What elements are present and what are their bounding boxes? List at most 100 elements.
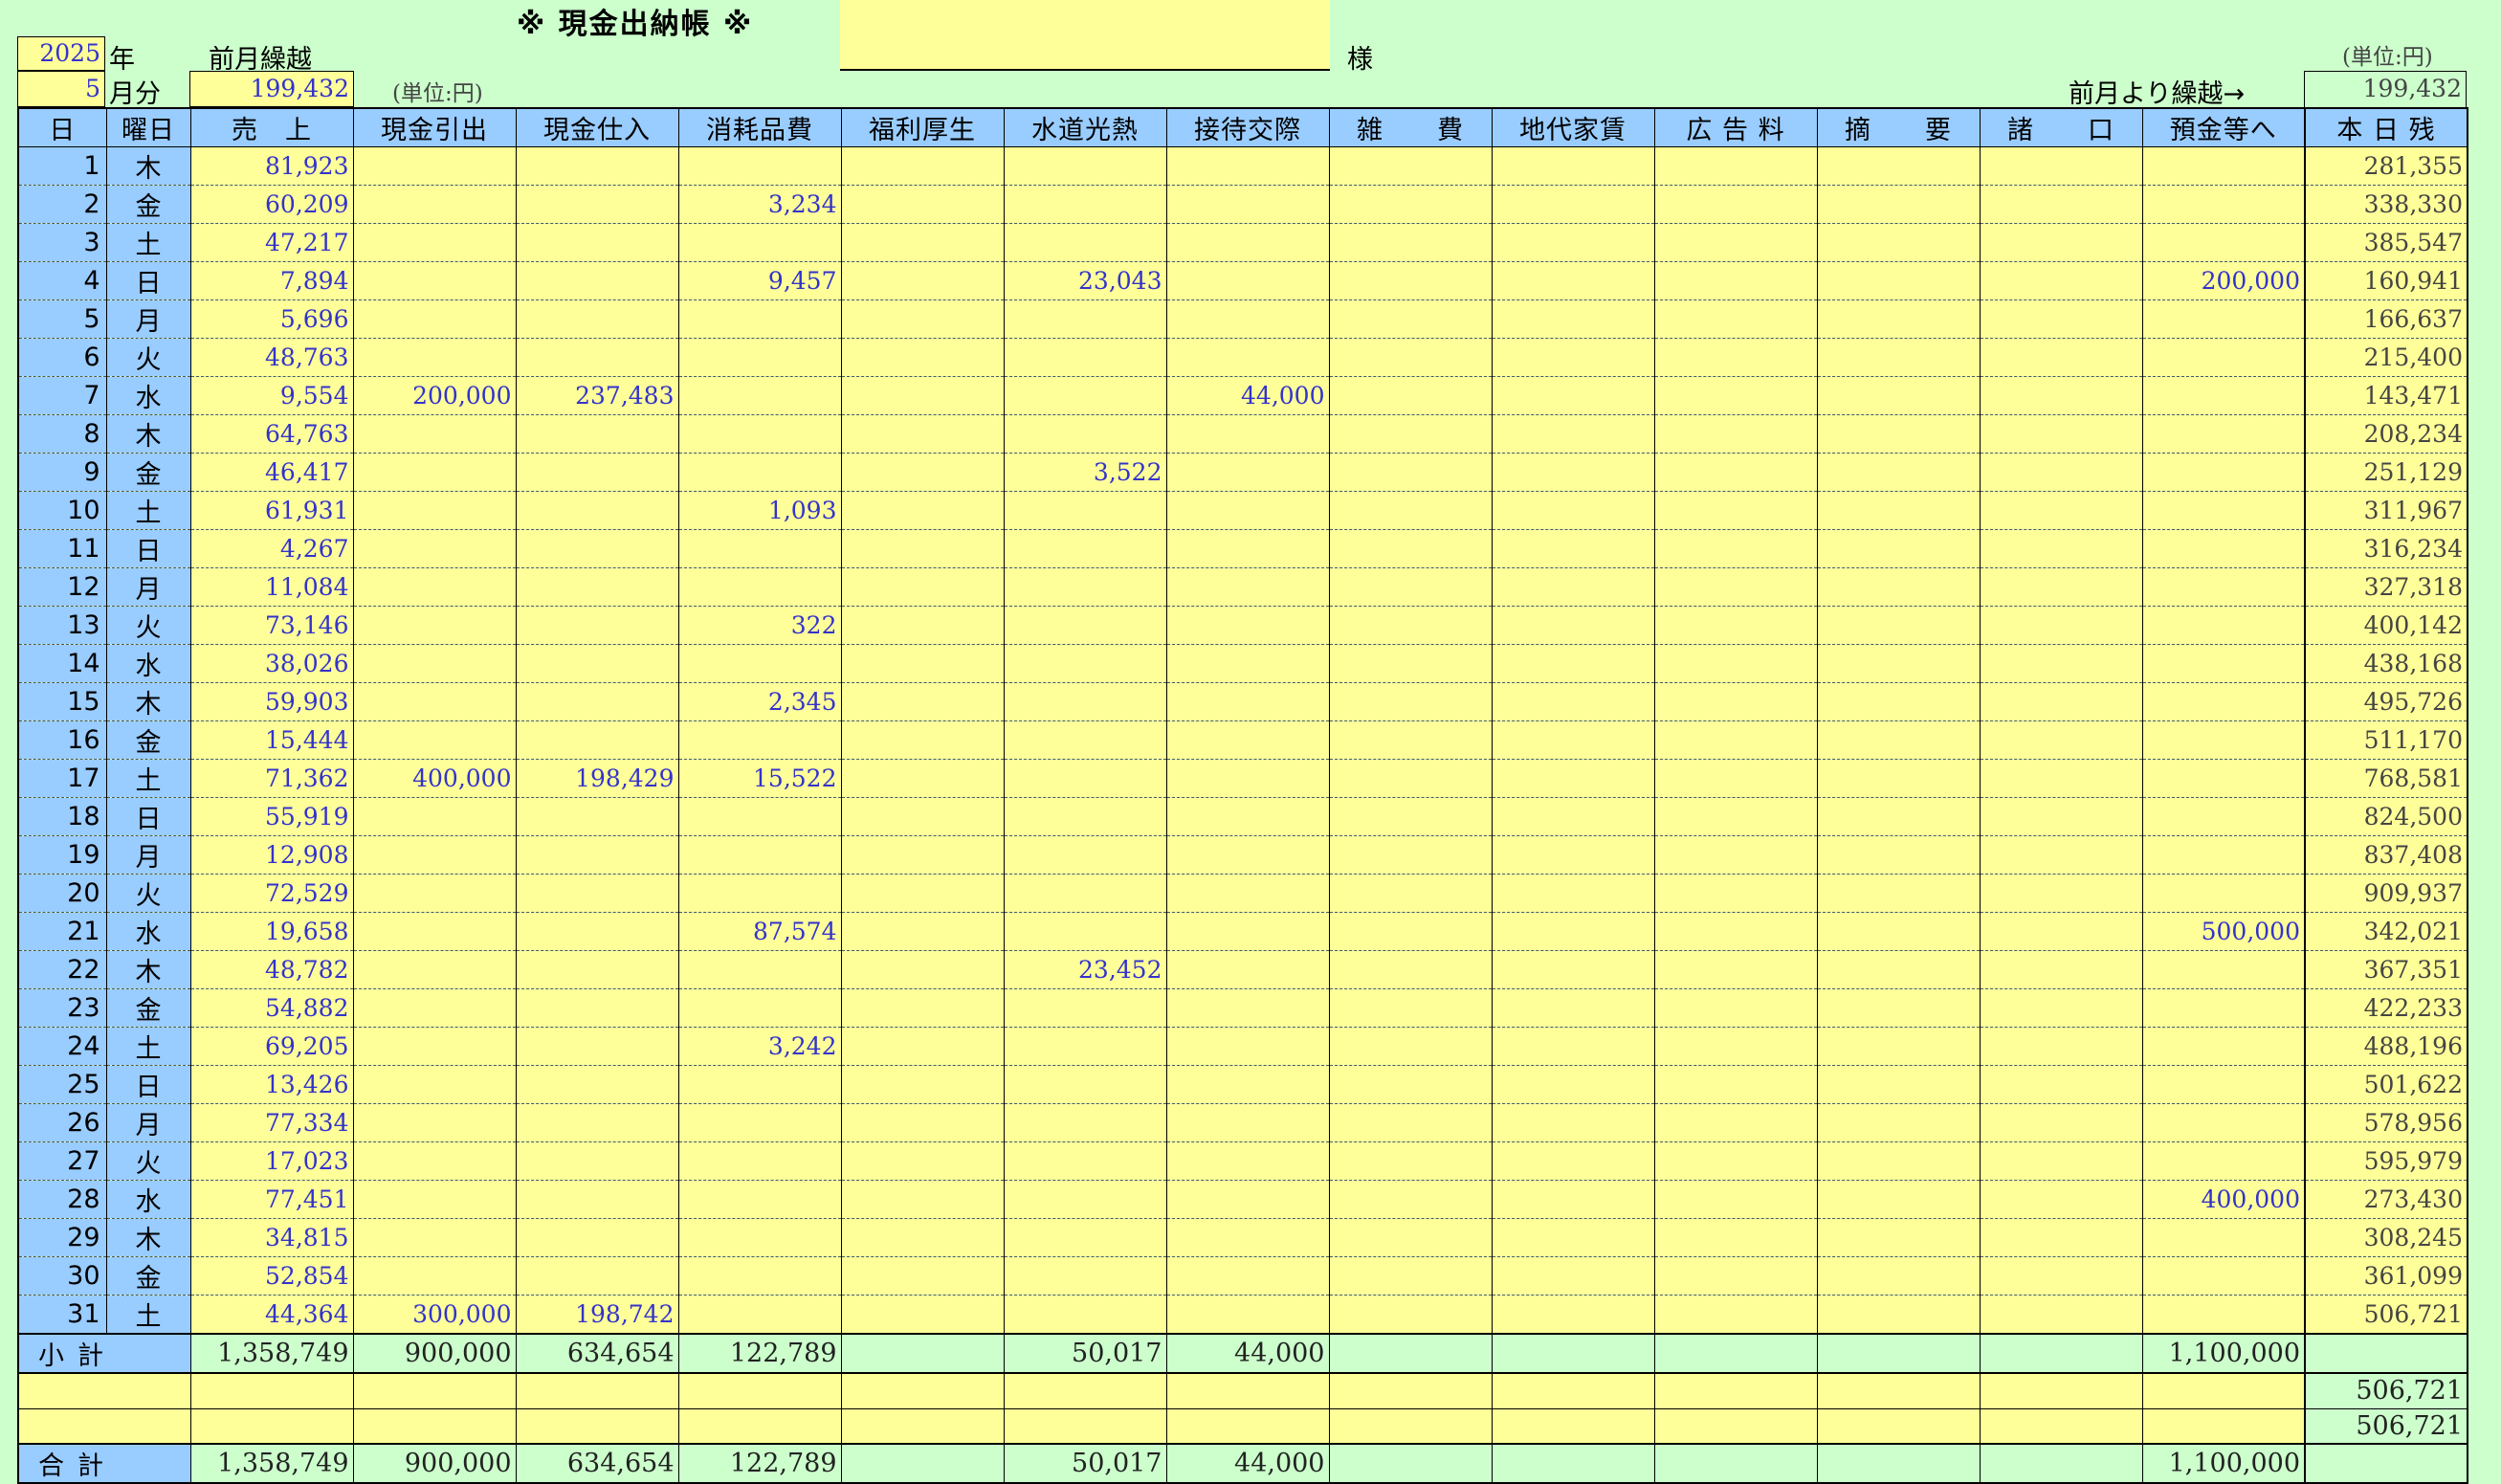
supplies-expense-cell[interactable] xyxy=(678,988,842,1028)
blank-supplies-expense-cell[interactable] xyxy=(678,1408,842,1445)
deposit-cell[interactable] xyxy=(2142,185,2306,224)
rent-expense-cell[interactable] xyxy=(1492,338,1655,377)
cash-purchase-cell[interactable] xyxy=(516,1256,679,1296)
entertainment-expense-cell[interactable] xyxy=(1166,912,1330,951)
entertainment-expense-cell[interactable] xyxy=(1166,338,1330,377)
advertising-expense-cell[interactable] xyxy=(1654,1027,1818,1066)
cash-withdrawal-cell[interactable] xyxy=(353,491,517,530)
blank-sales-cell[interactable] xyxy=(190,1373,354,1409)
utilities-expense-cell[interactable] xyxy=(1004,912,1167,951)
cash-purchase-cell[interactable] xyxy=(516,414,679,454)
deposit-cell[interactable] xyxy=(2142,146,2306,186)
supplies-expense-cell[interactable]: 322 xyxy=(678,606,842,645)
welfare-expense-cell[interactable] xyxy=(841,1065,1005,1104)
sundry-cell[interactable] xyxy=(1980,1027,2143,1066)
deposit-cell[interactable] xyxy=(2142,950,2306,989)
blank-misc-expense-cell[interactable] xyxy=(1329,1408,1493,1445)
deposit-cell[interactable] xyxy=(2142,874,2306,913)
sundry-cell[interactable] xyxy=(1980,567,2143,607)
rent-expense-cell[interactable] xyxy=(1492,567,1655,607)
memo-cell[interactable] xyxy=(1817,1256,1981,1296)
misc-expense-cell[interactable] xyxy=(1329,491,1493,530)
deposit-cell[interactable] xyxy=(2142,720,2306,760)
sundry-cell[interactable] xyxy=(1980,606,2143,645)
rent-expense-cell[interactable] xyxy=(1492,146,1655,186)
cash-purchase-cell[interactable] xyxy=(516,491,679,530)
entertainment-expense-cell[interactable] xyxy=(1166,414,1330,454)
deposit-cell[interactable] xyxy=(2142,1027,2306,1066)
rent-expense-cell[interactable] xyxy=(1492,912,1655,951)
utilities-expense-cell[interactable] xyxy=(1004,299,1167,339)
supplies-expense-cell[interactable]: 3,234 xyxy=(678,185,842,224)
sales-cell[interactable]: 5,696 xyxy=(190,299,354,339)
welfare-expense-cell[interactable] xyxy=(841,720,1005,760)
welfare-expense-cell[interactable] xyxy=(841,223,1005,262)
month-input[interactable]: 5 xyxy=(17,71,105,107)
welfare-expense-cell[interactable] xyxy=(841,338,1005,377)
utilities-expense-cell[interactable] xyxy=(1004,759,1167,798)
utilities-expense-cell[interactable]: 3,522 xyxy=(1004,453,1167,492)
entertainment-expense-cell[interactable] xyxy=(1166,1218,1330,1257)
deposit-cell[interactable] xyxy=(2142,1218,2306,1257)
utilities-expense-cell[interactable] xyxy=(1004,529,1167,568)
sundry-cell[interactable] xyxy=(1980,491,2143,530)
memo-cell[interactable] xyxy=(1817,529,1981,568)
cash-withdrawal-cell[interactable] xyxy=(353,1065,517,1104)
advertising-expense-cell[interactable] xyxy=(1654,1295,1818,1335)
rent-expense-cell[interactable] xyxy=(1492,1218,1655,1257)
memo-cell[interactable] xyxy=(1817,988,1981,1028)
advertising-expense-cell[interactable] xyxy=(1654,1180,1818,1219)
supplies-expense-cell[interactable] xyxy=(678,874,842,913)
cash-purchase-cell[interactable] xyxy=(516,338,679,377)
advertising-expense-cell[interactable] xyxy=(1654,1141,1818,1181)
welfare-expense-cell[interactable] xyxy=(841,453,1005,492)
supplies-expense-cell[interactable] xyxy=(678,1141,842,1181)
welfare-expense-cell[interactable] xyxy=(841,606,1005,645)
sundry-cell[interactable] xyxy=(1980,1295,2143,1335)
deposit-cell[interactable] xyxy=(2142,529,2306,568)
entertainment-expense-cell[interactable] xyxy=(1166,299,1330,339)
cash-withdrawal-cell[interactable] xyxy=(353,529,517,568)
entertainment-expense-cell[interactable] xyxy=(1166,874,1330,913)
blank-sundry-cell[interactable] xyxy=(1980,1373,2143,1409)
entertainment-expense-cell[interactable]: 44,000 xyxy=(1166,376,1330,415)
cash-withdrawal-cell[interactable] xyxy=(353,912,517,951)
cash-withdrawal-cell[interactable] xyxy=(353,338,517,377)
utilities-expense-cell[interactable] xyxy=(1004,491,1167,530)
cash-purchase-cell[interactable] xyxy=(516,1103,679,1142)
welfare-expense-cell[interactable] xyxy=(841,988,1005,1028)
blank-deposit-cell[interactable] xyxy=(2142,1408,2306,1445)
supplies-expense-cell[interactable] xyxy=(678,797,842,836)
utilities-expense-cell[interactable] xyxy=(1004,414,1167,454)
sundry-cell[interactable] xyxy=(1980,644,2143,683)
supplies-expense-cell[interactable] xyxy=(678,644,842,683)
memo-cell[interactable] xyxy=(1817,261,1981,300)
entertainment-expense-cell[interactable] xyxy=(1166,1256,1330,1296)
cash-withdrawal-cell[interactable] xyxy=(353,644,517,683)
utilities-expense-cell[interactable] xyxy=(1004,797,1167,836)
utilities-expense-cell[interactable] xyxy=(1004,1065,1167,1104)
utilities-expense-cell[interactable] xyxy=(1004,376,1167,415)
sales-cell[interactable]: 34,815 xyxy=(190,1218,354,1257)
deposit-cell[interactable] xyxy=(2142,1065,2306,1104)
sales-cell[interactable]: 7,894 xyxy=(190,261,354,300)
advertising-expense-cell[interactable] xyxy=(1654,567,1818,607)
cash-purchase-cell[interactable] xyxy=(516,950,679,989)
memo-cell[interactable] xyxy=(1817,376,1981,415)
misc-expense-cell[interactable] xyxy=(1329,1218,1493,1257)
cash-purchase-cell[interactable] xyxy=(516,988,679,1028)
misc-expense-cell[interactable] xyxy=(1329,1103,1493,1142)
cash-purchase-cell[interactable] xyxy=(516,682,679,721)
misc-expense-cell[interactable] xyxy=(1329,682,1493,721)
sundry-cell[interactable] xyxy=(1980,874,2143,913)
advertising-expense-cell[interactable] xyxy=(1654,797,1818,836)
welfare-expense-cell[interactable] xyxy=(841,1295,1005,1335)
rent-expense-cell[interactable] xyxy=(1492,950,1655,989)
welfare-expense-cell[interactable] xyxy=(841,759,1005,798)
rent-expense-cell[interactable] xyxy=(1492,1027,1655,1066)
cash-purchase-cell[interactable]: 237,483 xyxy=(516,376,679,415)
utilities-expense-cell[interactable] xyxy=(1004,988,1167,1028)
cash-purchase-cell[interactable] xyxy=(516,1141,679,1181)
utilities-expense-cell[interactable]: 23,452 xyxy=(1004,950,1167,989)
cash-withdrawal-cell[interactable] xyxy=(353,682,517,721)
